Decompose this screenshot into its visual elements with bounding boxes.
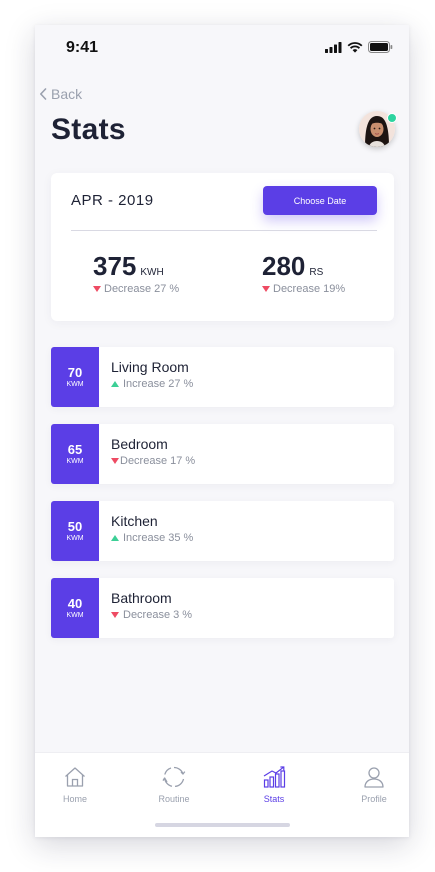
back-label: Back: [51, 86, 83, 102]
room-card-bathroom[interactable]: 40 KWM Bathroom Decrease 3 %: [51, 578, 394, 638]
cost-delta: Decrease 19%: [273, 283, 346, 295]
selected-month: APR - 2019: [71, 192, 154, 209]
room-name: Bathroom: [111, 590, 172, 606]
room-usage-unit: KWM: [66, 534, 84, 542]
nav-item-profile[interactable]: Profile: [339, 765, 409, 804]
room-delta: Increase 27 %: [123, 378, 194, 390]
routine-icon: [162, 766, 186, 788]
cost-value: 280: [262, 251, 306, 281]
page-title: Stats: [51, 113, 126, 146]
room-name: Kitchen: [111, 513, 158, 529]
room-usage-value: 70: [67, 364, 83, 380]
increase-arrow-icon: [111, 381, 119, 387]
room-usage-badge: 70 KWM: [51, 347, 99, 407]
room-usage-badge: 65 KWM: [51, 424, 99, 484]
battery-icon: [368, 41, 393, 53]
cost-metric: 280 RS Decrease 19%: [262, 251, 345, 295]
chevron-left-icon: [40, 88, 47, 100]
home-icon: [65, 767, 85, 787]
nav-item-stats[interactable]: Stats: [239, 765, 309, 804]
room-usage-unit: KWM: [66, 611, 84, 619]
nav-label-home: Home: [62, 794, 87, 804]
decrease-arrow-icon: [111, 612, 119, 618]
nav-label-stats: Stats: [263, 794, 285, 804]
home-indicator[interactable]: [155, 823, 290, 827]
room-usage-badge: 50 KWM: [51, 501, 99, 561]
room-name: Living Room: [111, 359, 189, 375]
room-card-bedroom[interactable]: 65 KWM Bedroom Decrease 17 %: [51, 424, 394, 484]
decrease-arrow-icon: [93, 286, 101, 292]
decrease-arrow-icon: [262, 286, 270, 292]
room-card-living-room[interactable]: 70 KWM Living Room Increase 27 %: [51, 347, 394, 407]
room-usage-unit: KWM: [66, 457, 84, 465]
wifi-icon: [347, 41, 363, 53]
room-name: Bedroom: [111, 436, 168, 452]
energy-metric: 375 KWH Decrease 27 %: [93, 251, 179, 295]
nav-label-routine: Routine: [158, 794, 190, 804]
increase-arrow-icon: [111, 535, 119, 541]
decrease-arrow-icon: [111, 458, 119, 464]
status-icons: [325, 41, 393, 53]
energy-value: 375: [93, 251, 137, 281]
energy-delta: Decrease 27 %: [104, 283, 180, 295]
stats-icon: [263, 766, 286, 788]
room-delta: Increase 35 %: [123, 532, 194, 544]
cost-unit: RS: [309, 267, 324, 278]
energy-unit: KWH: [140, 267, 164, 278]
room-usage-value: 50: [67, 518, 83, 534]
room-delta: Decrease 17 %: [120, 455, 196, 467]
summary-card: APR - 2019 Choose Date 375 KWH Decrease …: [51, 173, 394, 321]
room-usage-value: 40: [67, 595, 83, 611]
profile-icon: [364, 767, 384, 788]
avatar[interactable]: [359, 111, 397, 147]
nav-label-profile: Profile: [361, 794, 387, 804]
room-card-kitchen[interactable]: 50 KWM Kitchen Increase 35 %: [51, 501, 394, 561]
phone-screen: 9:41 Back Stats APR - 2019 Choose Date 3…: [35, 25, 409, 837]
online-status-dot: [387, 113, 397, 123]
room-usage-value: 65: [67, 441, 83, 457]
status-time: 9:41: [66, 39, 99, 56]
room-usage-unit: KWM: [66, 380, 84, 388]
nav-item-routine[interactable]: Routine: [139, 765, 209, 804]
room-usage-badge: 40 KWM: [51, 578, 99, 638]
back-button[interactable]: Back: [39, 86, 82, 102]
room-delta: Decrease 3 %: [123, 609, 193, 621]
signal-icon: [325, 41, 342, 53]
choose-date-button[interactable]: Choose Date: [263, 186, 377, 215]
divider: [71, 230, 377, 231]
nav-item-home[interactable]: Home: [40, 765, 110, 804]
status-bar: 9:41: [35, 25, 409, 69]
